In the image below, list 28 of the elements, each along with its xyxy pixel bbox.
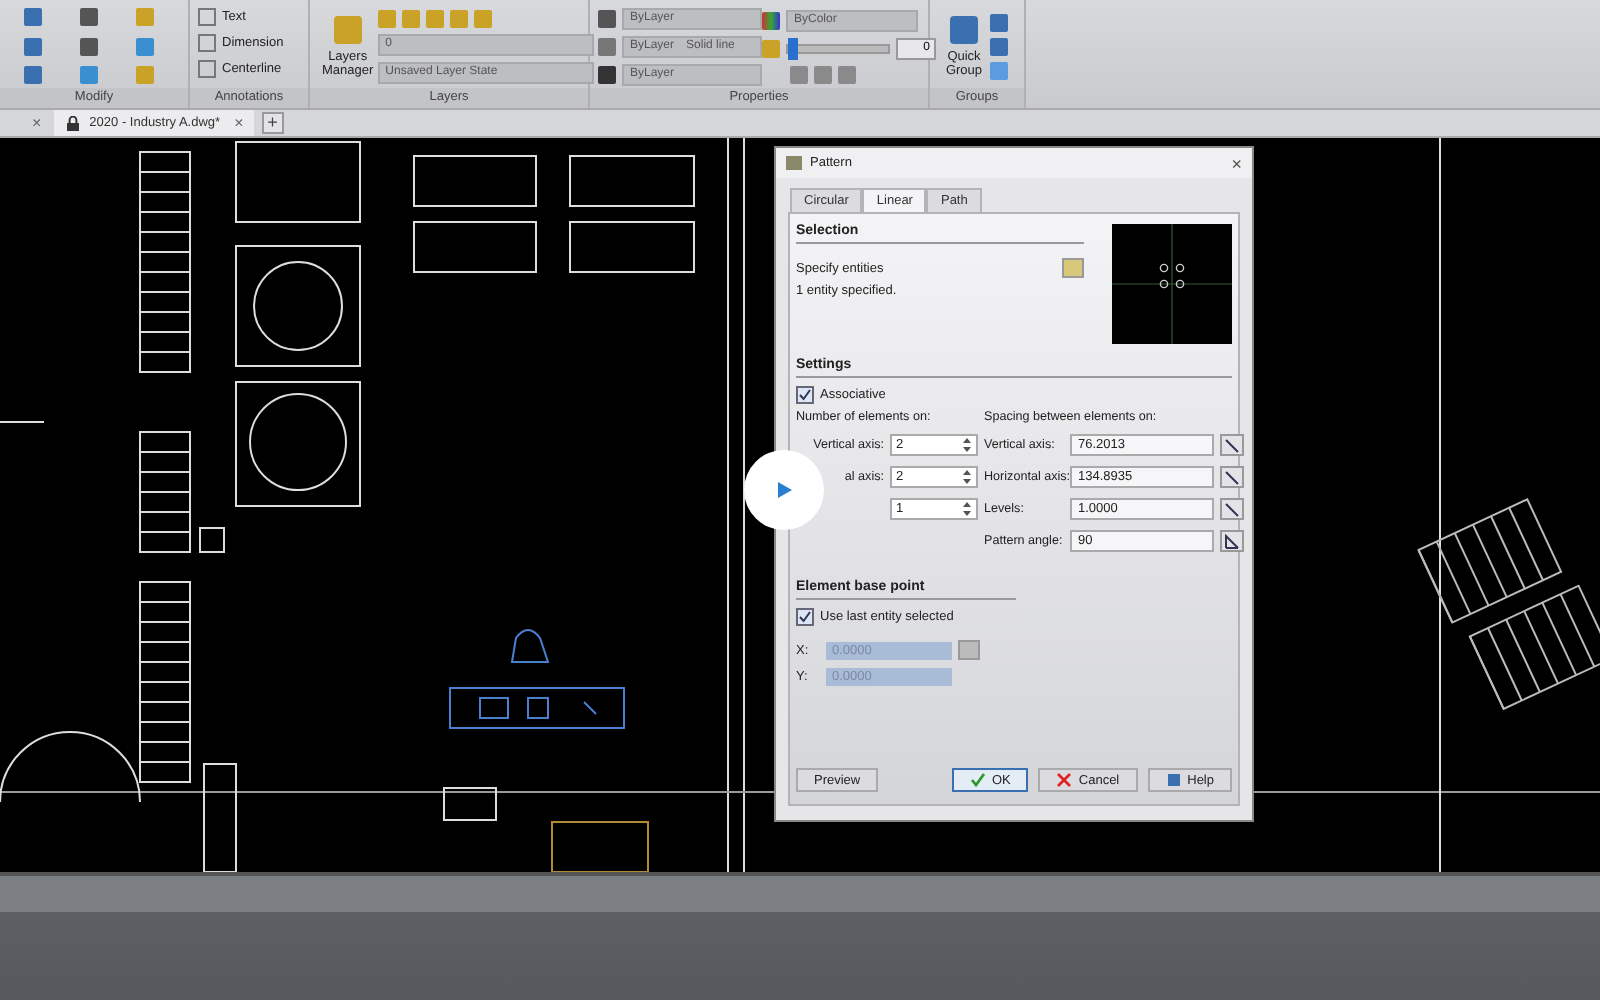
lock-icon [65,115,80,131]
spin-arrows-icon[interactable] [962,436,972,454]
distance-pick-button[interactable] [1220,434,1244,456]
select-entities-button[interactable] [1062,258,1084,278]
new-tab-button[interactable]: + [261,112,284,134]
close-tab-button[interactable]: × [230,115,248,131]
lineweight-icon [598,66,616,84]
angle-pick-button[interactable] [1220,530,1244,552]
linetype-icon [598,38,616,56]
transparency-icon [762,40,780,58]
pattern-preview [1112,224,1232,344]
pick-point-button[interactable] [958,640,980,660]
use-last-checkbox[interactable] [796,608,814,626]
distance-pick-button[interactable] [1220,466,1244,488]
distance-pick-button[interactable] [1220,498,1244,520]
help-book-icon [1165,772,1182,788]
close-icon [1056,772,1073,788]
play-icon [774,480,794,500]
checkmark-icon [969,772,986,788]
close-tab-button[interactable]: × [28,115,46,131]
color-bars-icon[interactable] [762,12,780,30]
spin-arrows-icon[interactable] [962,500,972,518]
spin-arrows-icon[interactable] [962,468,972,486]
pattern-icon [786,156,802,170]
transparency-slider[interactable] [786,44,890,54]
color-icon [598,10,616,28]
associative-checkbox[interactable] [796,386,814,404]
close-button[interactable]: × [1231,153,1242,173]
